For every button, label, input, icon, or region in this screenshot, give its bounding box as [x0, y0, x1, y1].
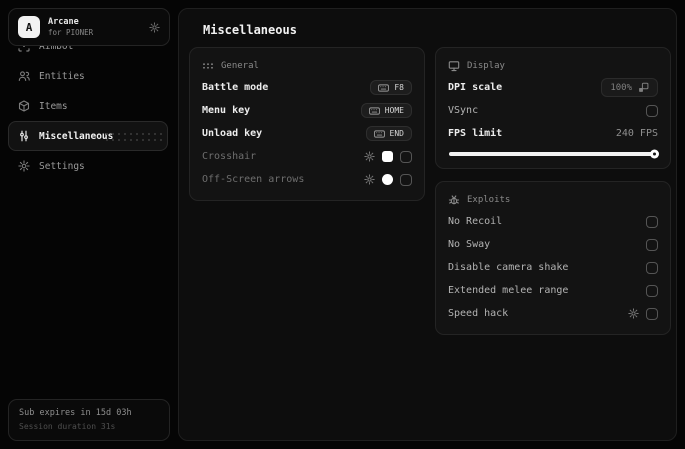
vsync-label: VSync	[448, 105, 479, 116]
keybind-value: END	[389, 129, 404, 138]
exploits-card-header: Exploits	[448, 190, 658, 210]
app-logo-letter: A	[25, 20, 33, 34]
sidebar-item-settings[interactable]: Settings	[8, 151, 168, 181]
disable-camera-shake-checkbox[interactable]	[646, 261, 658, 274]
keyboard-icon	[368, 106, 380, 115]
disable-camera-shake-row: Disable camera shake	[448, 256, 658, 279]
unload-key-row: Unload key END	[202, 122, 412, 145]
no-recoil-label: No Recoil	[448, 216, 503, 227]
menu-key-row: Menu key HOME	[202, 99, 412, 122]
speed-hack-config-gear-icon[interactable]	[628, 308, 639, 319]
fps-limit-label: FPS limit	[448, 128, 503, 139]
speed-hack-checkbox[interactable]	[646, 307, 658, 320]
left-column: General Battle mode F8 Menu key HOME Unl…	[189, 47, 425, 201]
offscreen-arrows-color-swatch[interactable]	[382, 174, 393, 185]
offscreen-arrows-config-gear-icon[interactable]	[364, 174, 375, 185]
disable-camera-shake-label: Disable camera shake	[448, 262, 569, 273]
sidebar-nav: Aimbot Entities Items Miscellaneous Sett…	[0, 31, 176, 181]
speed-hack-row: Speed hack	[448, 302, 658, 325]
keybind-value: HOME	[384, 106, 404, 115]
menu-key-keybind[interactable]: HOME	[360, 103, 412, 118]
crosshair-label: Crosshair	[202, 151, 257, 162]
dpi-scale-row: DPI scale 100%	[448, 76, 658, 99]
vsync-checkbox[interactable]	[646, 104, 658, 117]
general-card-header: General	[202, 56, 412, 76]
exploits-card-title: Exploits	[467, 195, 511, 205]
brand-text: Arcane for PIONER	[48, 16, 94, 37]
display-card-header: Display	[448, 56, 658, 76]
monitor-icon	[448, 60, 460, 72]
no-recoil-checkbox[interactable]	[646, 215, 658, 228]
crosshair-row: Crosshair	[202, 145, 412, 168]
fps-limit-slider[interactable]	[449, 149, 659, 159]
display-card-title: Display	[467, 61, 505, 71]
box-icon	[18, 100, 30, 112]
main-panel: Miscellaneous General Battle mode F8 Men…	[178, 8, 677, 441]
settings-gear-icon[interactable]	[149, 21, 160, 33]
app-name: Arcane	[48, 16, 79, 27]
dpi-scale-selector[interactable]: 100%	[601, 78, 658, 97]
no-sway-row: No Sway	[448, 233, 658, 256]
sidebar-item-label: Miscellaneous	[39, 130, 114, 142]
sub-expires-text: Sub expires in 15d 03h	[19, 408, 132, 419]
sidebar: A Arcane for PIONER Category	[0, 0, 176, 449]
sidebar-item-entities[interactable]: Entities	[8, 61, 168, 91]
brand-card: A Arcane for PIONER	[8, 8, 170, 46]
battle-mode-label: Battle mode	[202, 82, 269, 93]
unload-key-label: Unload key	[202, 128, 263, 139]
app-subtitle: for PIONER	[48, 28, 94, 37]
fps-limit-value: 240 FPS	[615, 128, 658, 139]
exploits-card: Exploits No Recoil No Sway Disable camer…	[435, 181, 671, 335]
general-card: General Battle mode F8 Menu key HOME Unl…	[189, 47, 425, 201]
offscreen-arrows-label: Off-Screen arrows	[202, 174, 305, 185]
session-duration-text: Session duration 31s	[19, 422, 116, 432]
keyboard-icon	[373, 129, 385, 138]
content-columns: General Battle mode F8 Menu key HOME Unl…	[179, 37, 676, 335]
app-window: A Arcane for PIONER Category	[0, 0, 685, 449]
keybind-value: F8	[394, 83, 404, 92]
gear-icon	[18, 160, 30, 172]
fps-limit-row: FPS limit 240 FPS	[448, 122, 658, 145]
no-recoil-row: No Recoil	[448, 210, 658, 233]
app-logo: A	[18, 16, 40, 38]
sidebar-item-items[interactable]: Items	[8, 91, 168, 121]
no-sway-checkbox[interactable]	[646, 238, 658, 251]
speed-hack-controls	[628, 307, 658, 320]
dpi-scale-label: DPI scale	[448, 82, 503, 93]
fps-slider-knob[interactable]	[650, 149, 659, 159]
offscreen-arrows-row: Off-Screen arrows	[202, 168, 412, 191]
vsync-row: VSync	[448, 99, 658, 122]
crosshair-controls	[364, 150, 412, 163]
keyboard-icon	[378, 83, 390, 92]
bug-icon	[448, 194, 460, 206]
sidebar-item-label: Entities	[39, 70, 85, 82]
page-title: Miscellaneous	[203, 23, 297, 37]
battle-mode-keybind[interactable]: F8	[370, 80, 412, 95]
extended-melee-range-checkbox[interactable]	[646, 284, 658, 297]
sidebar-item-miscellaneous[interactable]: Miscellaneous	[8, 121, 168, 151]
display-card: Display DPI scale 100% VSync FPS limit 2…	[435, 47, 671, 169]
speed-hack-label: Speed hack	[448, 308, 509, 319]
general-card-title: General	[221, 61, 259, 71]
unload-key-keybind[interactable]: END	[365, 126, 412, 141]
sidebar-item-label: Items	[39, 100, 68, 112]
extended-melee-range-row: Extended melee range	[448, 279, 658, 302]
sliders-icon	[18, 130, 30, 142]
crosshair-color-swatch[interactable]	[382, 151, 393, 162]
right-column: Display DPI scale 100% VSync FPS limit 2…	[435, 47, 671, 335]
sidebar-item-label: Settings	[39, 160, 85, 172]
battle-mode-row: Battle mode F8	[202, 76, 412, 99]
scale-icon	[638, 82, 649, 93]
extended-melee-range-label: Extended melee range	[448, 285, 569, 296]
offscreen-arrows-checkbox[interactable]	[400, 173, 412, 186]
subscription-info: Sub expires in 15d 03h Session duration …	[8, 399, 170, 441]
menu-key-label: Menu key	[202, 105, 251, 116]
crosshair-config-gear-icon[interactable]	[364, 151, 375, 162]
no-sway-label: No Sway	[448, 239, 491, 250]
dpi-scale-value: 100%	[610, 82, 632, 93]
users-icon	[18, 70, 30, 82]
crosshair-checkbox[interactable]	[400, 150, 412, 163]
offscreen-arrows-controls	[364, 173, 412, 186]
grid-dots-icon	[202, 60, 214, 72]
